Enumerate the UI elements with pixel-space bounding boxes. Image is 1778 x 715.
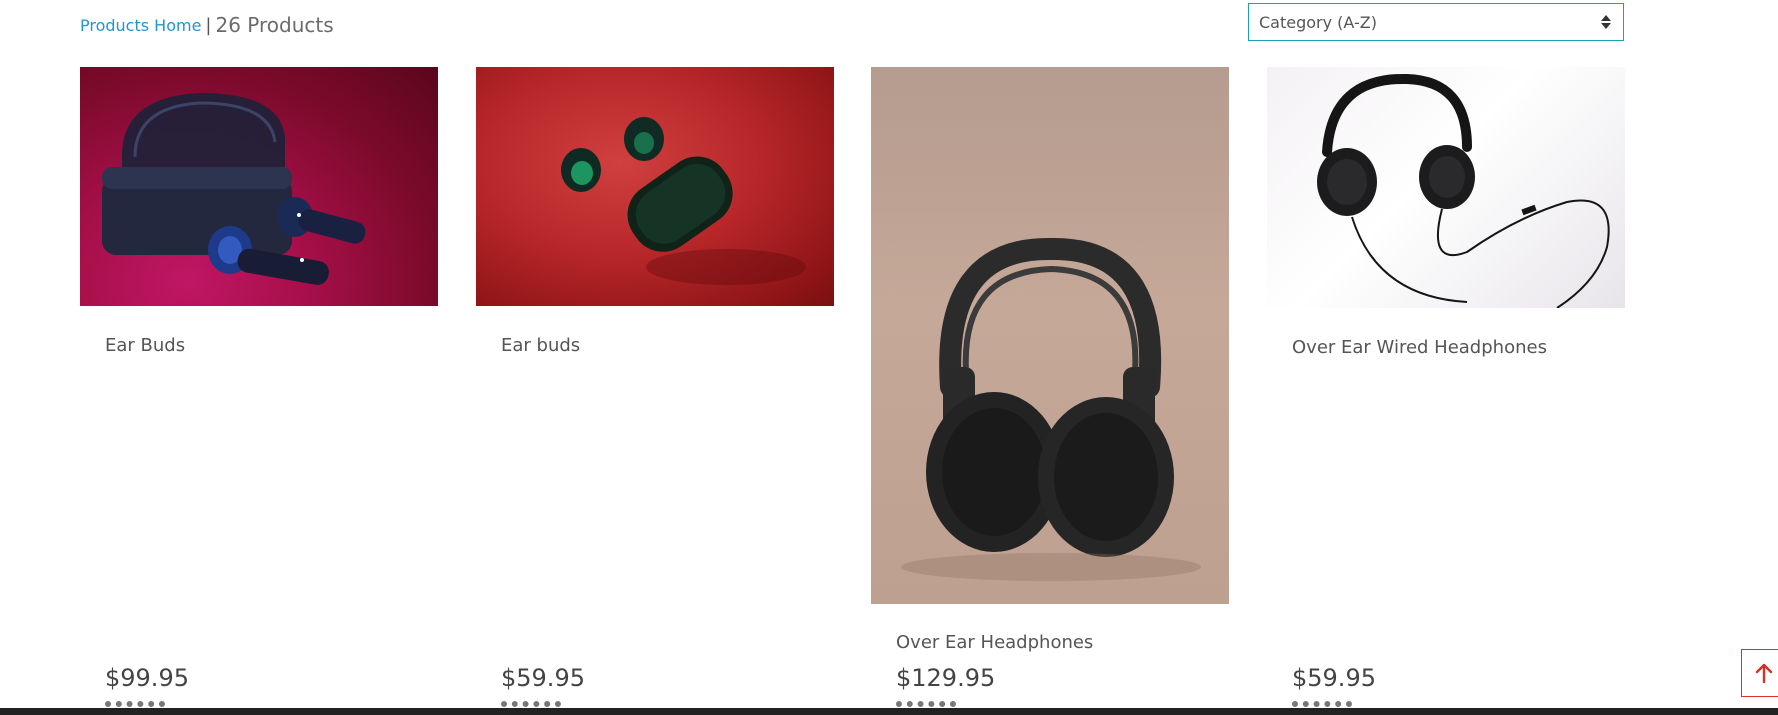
product-count: 26 Products	[215, 13, 334, 37]
over-ear-headphones-illustration	[901, 237, 1201, 581]
product-image-over-ear-headphones[interactable]	[871, 67, 1229, 604]
product-price: $129.95	[896, 664, 996, 692]
product-card: Over Ear Headphones $129.95	[871, 67, 1229, 715]
arrow-up-icon	[1755, 663, 1772, 684]
sort-select[interactable]: Category (A-Z)	[1248, 3, 1624, 41]
bottom-bar	[0, 708, 1778, 715]
wired-headphones-illustration	[1317, 73, 1610, 308]
earbuds-green-illustration	[561, 117, 806, 285]
product-price: $99.95	[105, 664, 189, 692]
product-name[interactable]: Over Ear Wired Headphones	[1292, 337, 1547, 358]
product-image-ear-buds[interactable]	[80, 67, 438, 306]
products-home-link[interactable]: Products Home	[80, 16, 201, 35]
product-card: Over Ear Wired Headphones $59.95	[1267, 67, 1625, 715]
product-card: Ear Buds $99.95	[80, 67, 438, 715]
product-image-ear-buds-2[interactable]	[476, 67, 834, 306]
scroll-to-top-button[interactable]	[1741, 649, 1778, 697]
breadcrumb-separator: |	[205, 14, 212, 36]
product-name[interactable]: Ear Buds	[105, 335, 185, 356]
breadcrumb: Products Home | 26 Products	[80, 10, 334, 40]
sort-arrows-icon	[1599, 12, 1613, 32]
product-card: Ear buds $59.95	[476, 67, 834, 715]
sort-selected-value: Category (A-Z)	[1259, 12, 1377, 32]
product-name[interactable]: Ear buds	[501, 335, 580, 356]
earbuds-case-illustration	[102, 93, 366, 285]
product-price: $59.95	[1292, 664, 1376, 692]
products-page: Products Home | 26 Products Category (A-…	[0, 0, 1778, 715]
product-image-over-ear-wired-headphones[interactable]	[1267, 67, 1625, 308]
product-price: $59.95	[501, 664, 585, 692]
product-name[interactable]: Over Ear Headphones	[896, 632, 1093, 653]
